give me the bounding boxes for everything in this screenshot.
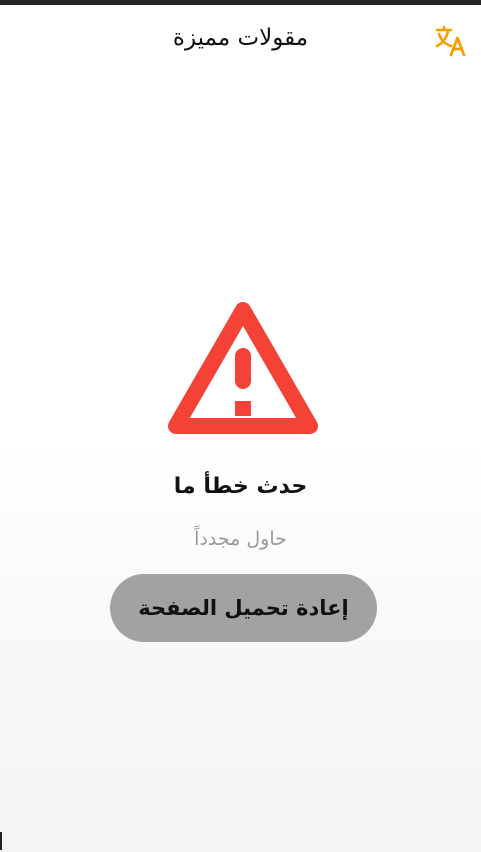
warning-triangle-icon xyxy=(168,302,318,434)
translate-icon xyxy=(435,25,466,57)
edge-indicator xyxy=(0,832,2,850)
error-title: حدث خطأ ما xyxy=(173,474,308,499)
app-header: مقولات مميزة xyxy=(0,5,481,77)
reload-page-label: إعادة تحميل الصفحة xyxy=(138,596,349,620)
page-title: مقولات مميزة xyxy=(172,25,309,51)
error-state: حدث خطأ ما حاول مجدداً إعادة تحميل الصفح… xyxy=(0,290,481,650)
error-subtitle: حاول مجدداً xyxy=(194,528,287,550)
reload-page-button[interactable]: إعادة تحميل الصفحة xyxy=(110,574,377,642)
translate-button[interactable] xyxy=(434,25,468,57)
